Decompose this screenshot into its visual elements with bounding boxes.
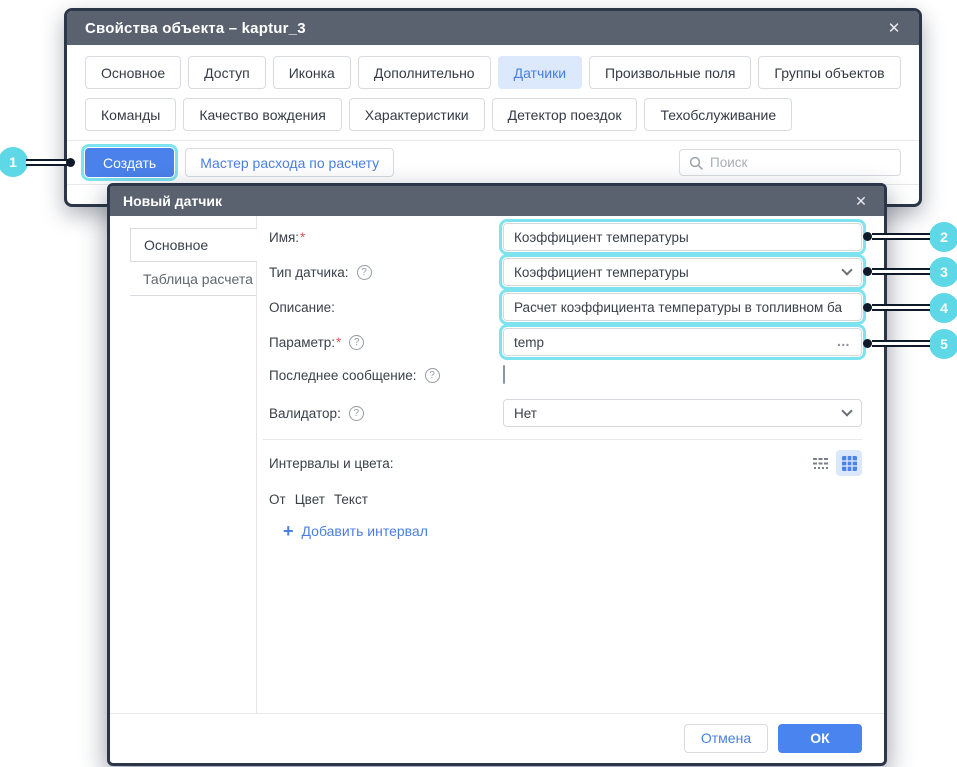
sidebar-tab-tablica-rascheta[interactable]: Таблица расчета [130,262,256,296]
tab-tekhobsluzhivanie[interactable]: Техобслуживание [644,98,792,131]
tabs-row-2: Команды Качество вождения Характеристики… [85,98,901,131]
validator-select[interactable]: Нет [503,399,862,427]
parameter-label: Параметр:* ? [269,335,503,350]
chevron-down-icon [841,264,852,275]
callout-line-3 [872,268,930,275]
chevron-down-icon [841,405,852,416]
add-interval-button[interactable]: + Добавить интервал [283,523,862,539]
sensor-type-label: Тип датчика: ? [269,265,503,280]
intervals-row: Интервалы и цвета: [269,450,862,476]
name-label: Имя:* [269,230,503,245]
new-sensor-footer: Отмена ОК [110,713,884,762]
required-asterisk: * [336,335,341,350]
object-properties-body: Основное Доступ Иконка Дополнительно Дат… [67,45,919,185]
sensor-search-box[interactable] [679,149,901,176]
callout-badge-3: 3 [929,257,957,287]
callout-badge-2: 2 [929,222,957,252]
object-properties-dialog: Свойства объекта – kaptur_3 ✕ Основное Д… [64,8,922,207]
help-icon[interactable]: ? [357,265,372,280]
parameter-field[interactable]: temp … [503,328,862,356]
required-asterisk: * [300,230,305,245]
callout-line-1 [26,159,70,166]
column-from: От [269,492,286,507]
new-sensor-titlebar: Новый датчик ✕ [110,186,884,216]
dialog-title: Свойства объекта – kaptur_3 [85,20,306,37]
description-row: Описание: [269,293,862,321]
new-sensor-body: Основное Таблица расчета Имя:* Тип датчи… [110,216,884,713]
intervals-label: Интервалы и цвета: [269,456,807,471]
callout-line-2 [872,233,930,240]
cancel-button[interactable]: Отмена [684,724,768,753]
help-icon[interactable]: ? [349,335,364,350]
callout-dot-3 [863,267,872,276]
new-sensor-title: Новый датчик [123,193,222,209]
validator-label: Валидатор: ? [269,406,503,421]
tab-datchiki-active[interactable]: Датчики [498,56,582,89]
tab-gruppy-obektov[interactable]: Группы объектов [758,56,900,89]
intervals-grid-view-button[interactable] [836,450,862,476]
column-text: Текст [334,492,368,507]
search-input[interactable] [710,155,891,170]
interval-columns-header: От Цвет Текст [269,492,862,507]
tabs-row-1: Основное Доступ Иконка Дополнительно Дат… [85,56,901,89]
new-sensor-sidebar: Основное Таблица расчета [110,216,257,713]
tab-dostup[interactable]: Доступ [188,56,266,89]
name-input[interactable] [503,223,862,251]
consumption-wizard-button[interactable]: Мастер расхода по расчету [185,148,394,177]
properties-tabs: Основное Доступ Иконка Дополнительно Дат… [67,45,919,131]
callout-line-5 [872,340,930,347]
new-sensor-form: Имя:* Тип датчика: ? Коэффициент темпера… [257,216,884,713]
description-label: Описание: [269,300,503,315]
intervals-list-icon [812,455,829,472]
last-message-row: Последнее сообщение: ? [269,363,862,387]
new-sensor-dialog: Новый датчик ✕ Основное Таблица расчета … [107,183,887,766]
tab-kharakteristiki[interactable]: Характеристики [349,98,485,131]
help-icon[interactable]: ? [349,406,364,421]
parameter-row: Параметр:* ? temp … [269,328,862,356]
intervals-grid-icon [841,455,858,472]
callout-line-4 [872,304,930,311]
description-input[interactable] [503,293,862,321]
callout-badge-1: 1 [0,147,28,177]
validator-row: Валидатор: ? Нет [269,399,862,427]
tab-osnovnoe[interactable]: Основное [85,56,181,89]
callout-badge-4: 4 [929,293,957,323]
ellipsis-icon[interactable]: … [837,337,852,347]
sidebar-tab-osnovnoe[interactable]: Основное [130,228,257,262]
name-row: Имя:* [269,223,862,251]
sensor-type-select[interactable]: Коэффициент температуры [503,258,862,286]
tab-komandy[interactable]: Команды [85,98,176,131]
tab-ikonka[interactable]: Иконка [273,56,351,89]
sensor-type-row: Тип датчика: ? Коэффициент температуры [269,258,862,286]
object-properties-titlebar: Свойства объекта – kaptur_3 ✕ [67,11,919,45]
callout-badge-5: 5 [929,329,957,359]
plus-icon: + [283,524,294,538]
close-icon[interactable]: ✕ [851,191,871,211]
intervals-list-view-button[interactable] [807,450,833,476]
callout-dot-1 [66,158,75,167]
help-icon[interactable]: ? [425,368,440,383]
last-message-checkbox[interactable] [503,365,505,384]
sensors-toolbar: Создать Мастер расхода по расчету [67,141,919,184]
tab-kachestvo-vozhdeniya[interactable]: Качество вождения [183,98,341,131]
ok-button[interactable]: ОК [778,724,862,753]
create-sensor-button[interactable]: Создать [85,148,174,177]
close-icon[interactable]: ✕ [883,17,905,39]
callout-dot-2 [863,232,872,241]
screen: Свойства объекта – kaptur_3 ✕ Основное Д… [0,0,957,767]
column-color: Цвет [295,492,325,507]
tab-proizvolnye-polya[interactable]: Произвольные поля [589,56,751,89]
callout-dot-5 [863,339,872,348]
last-message-label: Последнее сообщение: ? [269,368,503,383]
add-interval-label: Добавить интервал [302,523,428,539]
tab-detektor-poezdok[interactable]: Детектор поездок [492,98,638,131]
tab-dopolnitelno[interactable]: Дополнительно [358,56,491,89]
intervals-separator [263,439,862,440]
callout-dot-4 [863,303,872,312]
search-icon [689,156,703,170]
intervals-view-toggle [807,450,862,476]
